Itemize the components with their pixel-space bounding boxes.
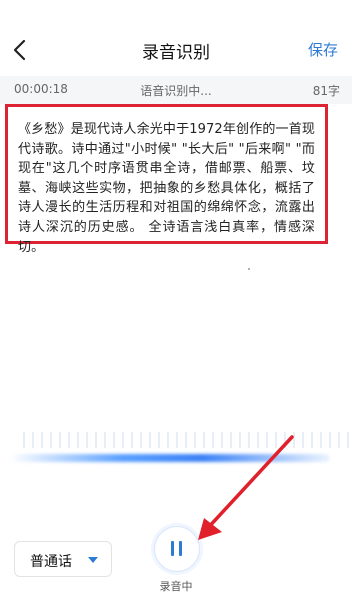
recognition-status-bar: 00:00:18 语音识别中... 81字 bbox=[0, 76, 352, 104]
char-count: 81字 bbox=[312, 84, 340, 98]
save-button[interactable]: 保存 bbox=[308, 39, 338, 60]
cursor-dot bbox=[248, 268, 250, 270]
transcript-box[interactable]: 《乡愁》是现代诗人余光中于1972年创作的一首现代诗歌。诗中通过"小时候" "长… bbox=[5, 104, 328, 255]
waveform-line bbox=[10, 454, 330, 462]
waveform-ghost-text bbox=[20, 432, 350, 448]
audio-waveform bbox=[0, 420, 352, 480]
caret-down-icon bbox=[88, 557, 98, 563]
recognition-state: 语音识别中... bbox=[140, 84, 212, 98]
dialect-selected: 普通话 bbox=[30, 554, 72, 570]
pause-record-button[interactable] bbox=[154, 526, 200, 572]
dialect-select[interactable]: 普通话 bbox=[14, 541, 112, 577]
pause-icon bbox=[179, 541, 182, 556]
record-status-label: 录音中 bbox=[159, 580, 193, 593]
header: 录音识别 保存 bbox=[0, 0, 352, 76]
pause-icon bbox=[171, 541, 174, 556]
page-title: 录音识别 bbox=[142, 43, 210, 63]
transcript-text: 《乡愁》是现代诗人余光中于1972年创作的一首现代诗歌。诗中通过"小时候" "长… bbox=[18, 122, 315, 255]
